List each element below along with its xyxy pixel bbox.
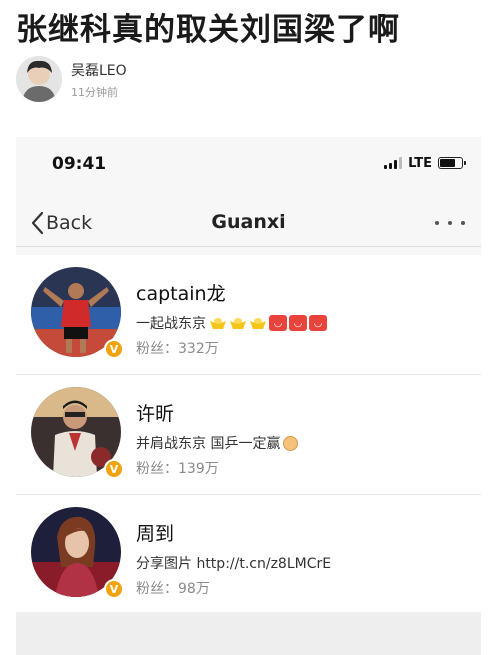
status-time: 09:41 [52, 154, 107, 174]
mouth-emoji-icon: ◡ [309, 315, 327, 331]
user-bio: 分享图片 http://t.cn/z8LMCrE [136, 553, 331, 573]
list-item[interactable]: V captain龙 一起战东京 ◡ ◡ ◡ 粉丝：332万 [16, 255, 481, 375]
gold-ingot-icon [230, 317, 246, 329]
mouth-emoji-icon: ◡ [269, 315, 287, 331]
list-item[interactable]: V 周到 分享图片 http://t.cn/z8LMCrE 粉丝：98万 [16, 495, 481, 615]
user-name: captain龙 [136, 283, 226, 305]
list-item[interactable]: V 许昕 并肩战东京 国乒一定赢 粉丝：139万 [16, 375, 481, 495]
embedded-screenshot: 09:41 LTE Back Guanxi V captain龙 一起战东京 ◡… [16, 137, 481, 655]
user-fans: 粉丝：139万 [136, 461, 219, 477]
verified-icon: V [104, 579, 124, 599]
gold-ingot-icon [250, 317, 266, 329]
more-icon[interactable] [435, 214, 465, 232]
user-name: 周到 [136, 523, 175, 545]
user-name: 许昕 [136, 403, 175, 425]
user-fans: 粉丝：332万 [136, 341, 219, 357]
post-title: 张继科真的取关刘国梁了啊 [16, 12, 400, 48]
user-list: V captain龙 一起战东京 ◡ ◡ ◡ 粉丝：332万 V 许昕 并肩战东… [16, 255, 481, 615]
user-bio-text: 并肩战东京 国乒一定赢 [136, 436, 281, 452]
verified-icon: V [104, 339, 124, 359]
nav-divider [16, 246, 481, 247]
signal-icon [384, 157, 403, 169]
user-bio: 并肩战东京 国乒一定赢 [136, 433, 299, 453]
status-indicators: LTE [384, 155, 466, 171]
fist-emoji-icon [283, 435, 299, 451]
network-label: LTE [408, 155, 432, 171]
user-fans: 粉丝：98万 [136, 581, 210, 597]
verified-icon: V [104, 459, 124, 479]
post-time: 11分钟前 [71, 86, 118, 99]
author-name[interactable]: 吴磊LEO [71, 60, 127, 80]
weibo-post: 张继科真的取关刘国梁了啊 吴磊LEO 11分钟前 09:41 LTE Back [0, 0, 504, 655]
author-avatar[interactable] [16, 56, 62, 102]
screenshot-footer [16, 612, 481, 655]
navbar: Back Guanxi [16, 199, 481, 247]
gold-ingot-icon [210, 317, 226, 329]
user-bio: 一起战东京 ◡ ◡ ◡ [136, 313, 327, 333]
user-bio-text: 分享图片 http://t.cn/z8LMCrE [136, 556, 332, 572]
nav-title: Guanxi [211, 211, 286, 233]
bio-emojis: ◡ ◡ ◡ [209, 315, 327, 331]
user-bio-text: 一起战东京 [136, 316, 206, 332]
battery-icon [438, 157, 466, 169]
mouth-emoji-icon: ◡ [289, 315, 307, 331]
